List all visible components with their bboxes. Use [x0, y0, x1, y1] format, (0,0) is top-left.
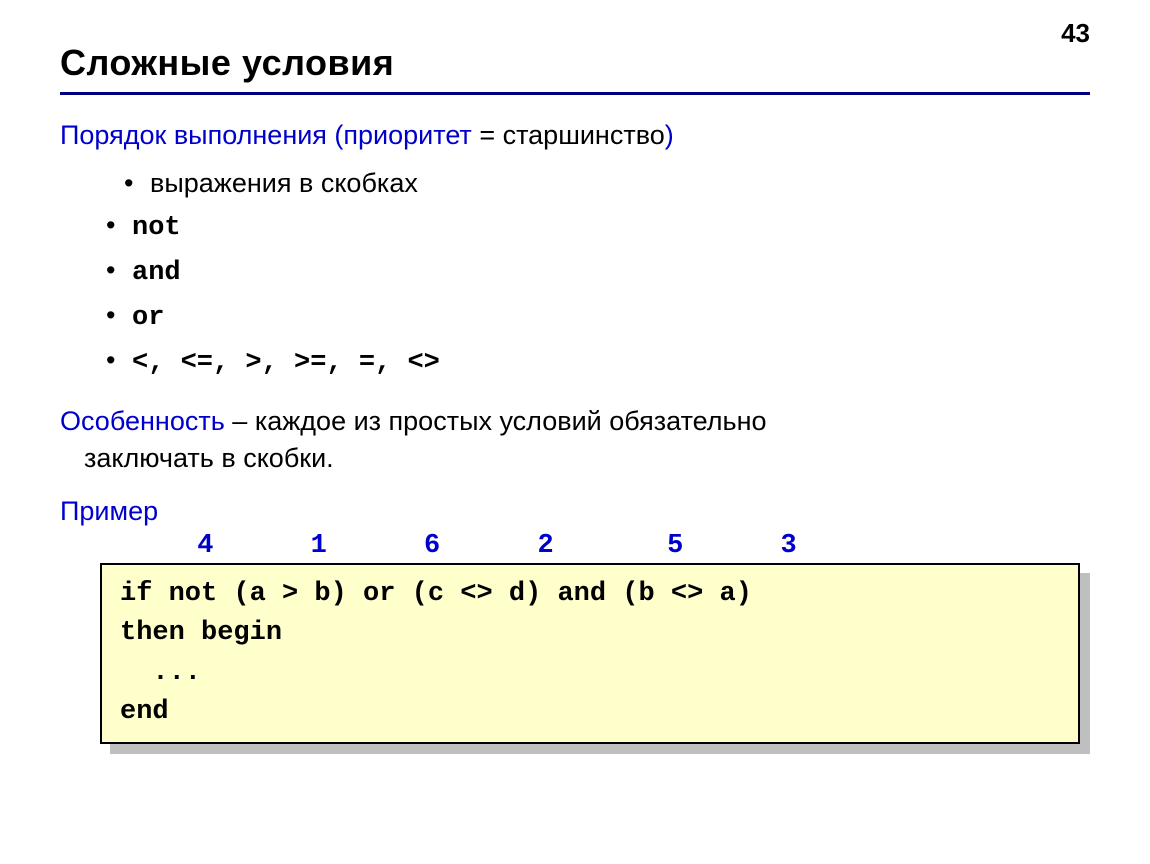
bullet-text: выражения в скобках [150, 168, 418, 198]
code-line: end [120, 697, 169, 727]
bullet-item: <, <=, >, >=, =, <> [60, 340, 1090, 385]
bullet-text: <, <=, >, >=, =, <> [132, 348, 440, 378]
code-line: ... [120, 658, 201, 688]
priority-label-blue: Порядок выполнения (приоритет [60, 120, 472, 150]
priority-numbers-row: 4 1 6 2 5 3 [100, 531, 1090, 561]
feature-line2: заключать в скобки. [60, 440, 1090, 478]
bullet-item: and [60, 250, 1090, 295]
bullet-item: or [60, 295, 1090, 340]
feature-line1: каждое из простых условий обязательно [255, 406, 767, 436]
feature-label-blue: Особенность [60, 406, 225, 436]
bullet-text: or [132, 303, 164, 333]
priority-equals: = [472, 120, 503, 150]
page-number: 43 [1061, 18, 1090, 49]
title-rule [60, 92, 1090, 95]
slide-title: Сложные условия [60, 42, 1090, 84]
priority-bullets: выражения в скобках not and or <, <=, >,… [60, 163, 1090, 384]
section-priority: Порядок выполнения (приоритет = старшинс… [60, 117, 1090, 153]
code-block-wrap: if not (a > b) or (c <> d) and (b <> a) … [100, 563, 1080, 744]
bullet-item: not [60, 205, 1090, 250]
feature-dash: – [225, 406, 255, 436]
bullet-text: not [132, 213, 181, 243]
priority-label-black: старшинство [503, 120, 665, 150]
section-feature: Особенность – каждое из простых условий … [60, 403, 1090, 479]
bullet-item: выражения в скобках [60, 163, 1090, 205]
code-line: then begin [120, 618, 282, 648]
bullet-text: and [132, 258, 181, 288]
code-line: if not (a > b) or (c <> d) and (b <> a) [120, 579, 752, 609]
slide-page: 43 Сложные условия Порядок выполнения (п… [0, 0, 1150, 864]
priority-close-paren: ) [665, 120, 674, 150]
example-label: Пример [60, 496, 1090, 527]
code-block: if not (a > b) or (c <> d) and (b <> a) … [100, 563, 1080, 744]
